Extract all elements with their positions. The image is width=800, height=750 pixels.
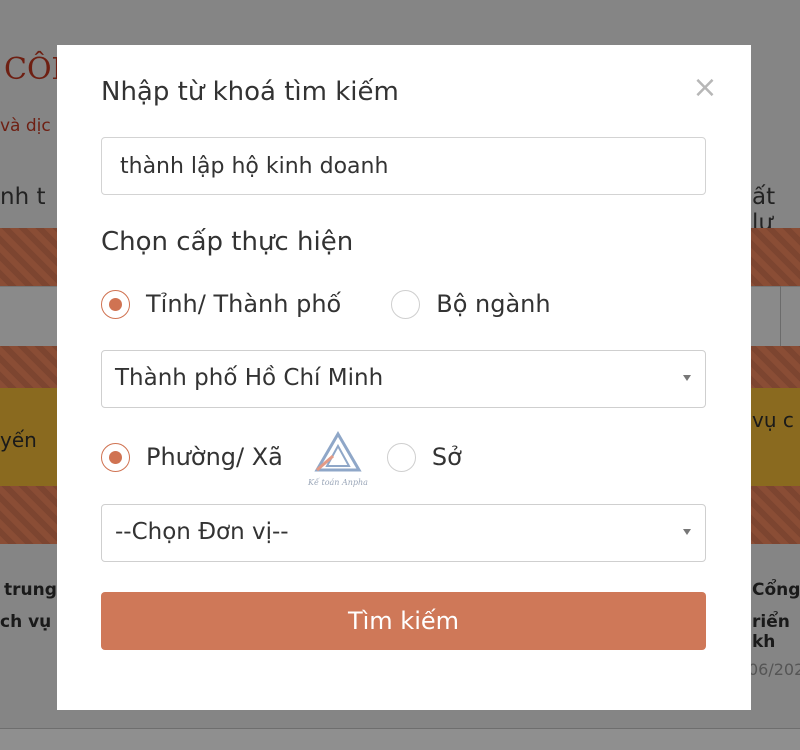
bg-card-right-date: 06/202 (748, 660, 800, 679)
unit-select[interactable]: --Chọn Đơn vị-- (101, 504, 706, 562)
radio-checked-icon[interactable] (101, 442, 130, 472)
bg-left-heading: nh t (0, 184, 46, 210)
svg-text:Kế toán Anpha: Kế toán Anpha (307, 478, 368, 487)
chevron-down-icon (683, 375, 691, 381)
bg-divider (780, 286, 781, 346)
unit-select-value: --Chọn Đơn vị-- (115, 519, 289, 545)
radio-province[interactable]: Tỉnh/ Thành phố (101, 289, 342, 319)
search-modal: Nhập từ khoá tìm kiếm × Chọn cấp thực hi… (57, 45, 751, 710)
bg-bottom-bar (0, 728, 800, 750)
level-section-label: Chọn cấp thực hiện (101, 227, 354, 257)
bg-card-right-line1: Cổng (752, 580, 800, 600)
bg-card-right-line2: riển kh (752, 612, 790, 652)
bg-card-left-line1: trung (4, 580, 57, 600)
radio-ward-label: Phường/ Xã (146, 443, 283, 471)
radio-checked-icon[interactable] (101, 289, 130, 319)
close-icon[interactable]: × (691, 73, 719, 103)
chevron-down-icon (683, 529, 691, 535)
unit-radio-group: Phường/ Xã Sở (101, 441, 462, 473)
radio-ministry[interactable]: Bộ ngành (391, 289, 551, 319)
keyword-search-input[interactable] (101, 137, 706, 195)
radio-department-label: Sở (431, 443, 462, 471)
radio-ministry-label: Bộ ngành (436, 290, 551, 318)
bg-banner-right-text: vụ c (752, 408, 794, 432)
radio-unchecked-icon[interactable] (391, 289, 421, 319)
radio-ward[interactable]: Phường/ Xã (101, 442, 283, 472)
logo-watermark: Kế toán Anpha (303, 428, 373, 490)
bg-page-subtitle: và dịc (0, 116, 51, 136)
level-radio-group: Tỉnh/ Thành phố Bộ ngành (101, 288, 551, 320)
radio-province-label: Tỉnh/ Thành phố (146, 290, 342, 318)
search-button[interactable]: Tìm kiếm (101, 592, 706, 650)
radio-department[interactable]: Sở (386, 442, 462, 472)
province-select[interactable]: Thành phố Hồ Chí Minh (101, 350, 706, 408)
radio-unchecked-icon[interactable] (386, 442, 416, 472)
province-select-value: Thành phố Hồ Chí Minh (115, 365, 384, 391)
bg-banner-left-text: yến (0, 428, 37, 452)
modal-title: Nhập từ khoá tìm kiếm (101, 77, 399, 107)
